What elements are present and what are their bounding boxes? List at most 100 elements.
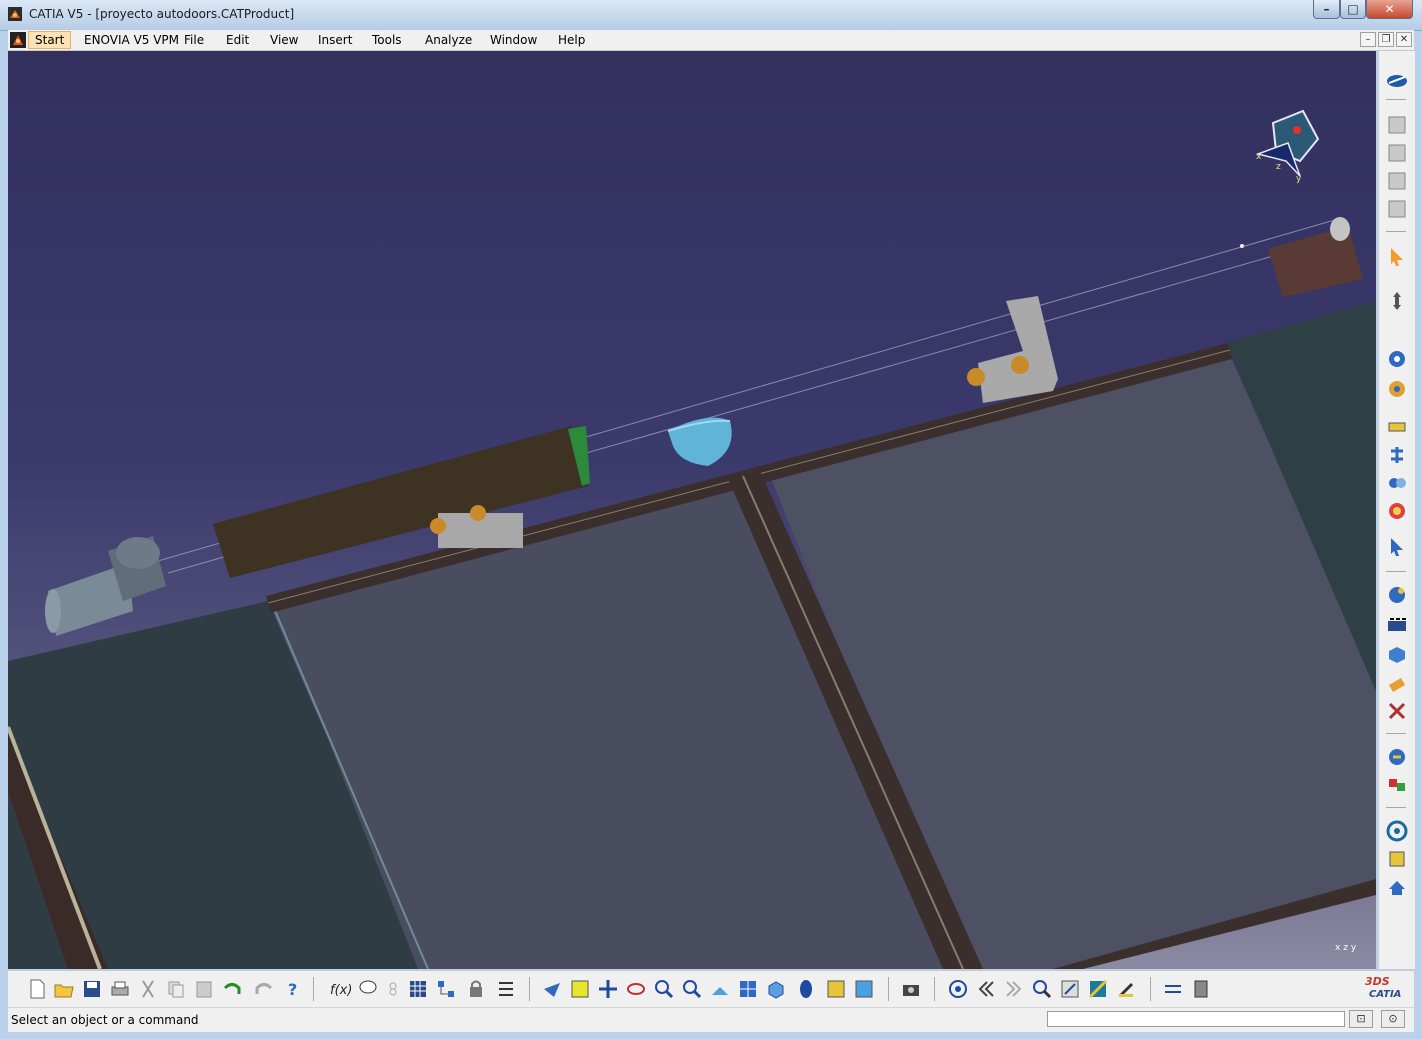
spec-tree-4-icon[interactable] [1385, 197, 1409, 221]
component-3-icon[interactable] [1385, 643, 1409, 667]
menu-enovia[interactable]: ENOVIA V5 VPM [84, 32, 179, 48]
list-icon[interactable] [495, 978, 517, 1000]
spec-tree-1-icon[interactable] [1385, 113, 1409, 137]
open-icon[interactable] [53, 978, 75, 1000]
target-icon[interactable] [947, 978, 969, 1000]
iso-view-icon[interactable] [765, 978, 787, 1000]
doc-restore-button[interactable]: ❐ [1378, 32, 1394, 47]
search-icon[interactable] [1031, 978, 1053, 1000]
menu-tools[interactable]: Tools [372, 32, 402, 48]
spec-tree-3-icon[interactable] [1385, 169, 1409, 193]
next-icon[interactable] [1003, 978, 1025, 1000]
manipulate-icon[interactable] [1385, 69, 1409, 93]
apply-material-icon[interactable] [1087, 978, 1109, 1000]
link-icon[interactable] [382, 978, 404, 1000]
paint-icon[interactable] [1115, 978, 1137, 1000]
redo-icon[interactable] [253, 978, 275, 1000]
publish-2-icon[interactable] [1385, 847, 1409, 871]
render-style-icon[interactable] [795, 978, 817, 1000]
print-icon[interactable] [109, 978, 131, 1000]
camera-icon[interactable] [900, 978, 922, 1000]
rotate-icon[interactable] [625, 978, 647, 1000]
component-1-icon[interactable] [1385, 583, 1409, 607]
save-icon[interactable] [81, 978, 103, 1000]
catia-app-icon[interactable] [8, 7, 22, 21]
compare-icon[interactable] [1162, 978, 1184, 1000]
lock-icon[interactable] [465, 978, 487, 1000]
fly-mode-icon[interactable] [541, 978, 563, 1000]
cut-icon[interactable] [137, 978, 159, 1000]
doc-minimize-button[interactable]: – [1360, 32, 1376, 47]
swap-visible-icon[interactable] [853, 978, 875, 1000]
status-message: Select an object or a command [11, 1013, 199, 1027]
publish-3-icon[interactable] [1385, 875, 1409, 899]
product-structure-icon[interactable] [435, 978, 457, 1000]
menu-window[interactable]: Window [490, 32, 537, 48]
marker-point [1240, 244, 1244, 248]
previous-icon[interactable] [975, 978, 997, 1000]
sensor-dome[interactable] [667, 417, 732, 466]
right-carriage[interactable] [967, 296, 1058, 403]
snap-icon[interactable] [1385, 347, 1409, 371]
constraint-3-icon[interactable] [1385, 471, 1409, 495]
spec-tree-2-icon[interactable] [1385, 141, 1409, 165]
compass-z-label: z [1276, 162, 1281, 172]
space-analysis-1-icon[interactable] [1385, 745, 1409, 769]
3d-viewport[interactable]: x z y x z y [8, 51, 1376, 969]
fit-all-icon[interactable] [569, 978, 591, 1000]
document-icon[interactable] [10, 32, 26, 48]
menu-help[interactable]: Help [558, 32, 585, 48]
explode-icon[interactable] [1385, 377, 1409, 401]
menu-view[interactable]: View [270, 32, 298, 48]
status-button-2[interactable]: ⊙ [1381, 1010, 1405, 1028]
minimize-button[interactable]: – [1313, 0, 1340, 19]
move-icon[interactable] [1385, 289, 1409, 313]
compass-widget[interactable] [1255, 109, 1320, 177]
component-5-icon[interactable] [1385, 699, 1409, 723]
paste-icon[interactable] [193, 978, 215, 1000]
select-icon[interactable] [1385, 245, 1409, 269]
menu-start[interactable]: Start [28, 31, 72, 49]
menu-analyze[interactable]: Analyze [425, 32, 472, 48]
constraint-4-icon[interactable] [1385, 499, 1409, 523]
status-button-1[interactable]: ⊡ [1349, 1010, 1373, 1028]
component-4-icon[interactable] [1385, 671, 1409, 695]
publication-icon[interactable] [1190, 978, 1212, 1000]
triad-x-label: x [1335, 943, 1341, 953]
axis-triad: x z y [1335, 943, 1356, 953]
motor-assembly[interactable] [45, 536, 166, 636]
component-2-icon[interactable] [1385, 613, 1409, 637]
copy-icon[interactable] [165, 978, 187, 1000]
maximize-button[interactable]: □ [1340, 0, 1366, 19]
toolbar-separator [1386, 571, 1406, 572]
menu-insert[interactable]: Insert [318, 32, 352, 48]
comment-icon[interactable] [357, 978, 379, 1000]
normal-view-icon[interactable] [709, 978, 731, 1000]
close-button[interactable]: ✕ [1366, 0, 1413, 19]
doc-close-button[interactable]: ✕ [1396, 32, 1412, 47]
publish-1-icon[interactable] [1385, 819, 1409, 843]
formula-icon[interactable]: f(x) [329, 978, 351, 1000]
assembly-scene[interactable]: x z y [8, 51, 1376, 969]
catalog-browser-icon[interactable] [407, 978, 429, 1000]
space-analysis-2-icon[interactable] [1385, 773, 1409, 797]
command-input[interactable] [1047, 1011, 1345, 1027]
menu-file[interactable]: File [184, 32, 204, 48]
toolbar-separator [529, 977, 530, 1001]
constraint-2-icon[interactable] [1385, 443, 1409, 467]
measure-icon[interactable] [1059, 978, 1081, 1000]
pan-icon[interactable] [597, 978, 619, 1000]
menu-edit[interactable]: Edit [226, 32, 249, 48]
undo-icon[interactable] [221, 978, 243, 1000]
end-bracket[interactable] [1268, 217, 1363, 297]
status-bar: Select an object or a command ⊡ ⊙ [8, 1007, 1414, 1032]
new-icon[interactable] [26, 978, 48, 1000]
constraint-1-icon[interactable] [1385, 415, 1409, 439]
update-icon[interactable] [1385, 535, 1409, 559]
whats-this-icon[interactable]: ? [281, 978, 303, 1000]
bottom-toolbar: ? f(x) 3DS CATIA [8, 970, 1414, 1007]
zoom-in-icon[interactable] [653, 978, 675, 1000]
multi-view-icon[interactable] [737, 978, 759, 1000]
hide-show-icon[interactable] [825, 978, 847, 1000]
zoom-out-icon[interactable] [681, 978, 703, 1000]
